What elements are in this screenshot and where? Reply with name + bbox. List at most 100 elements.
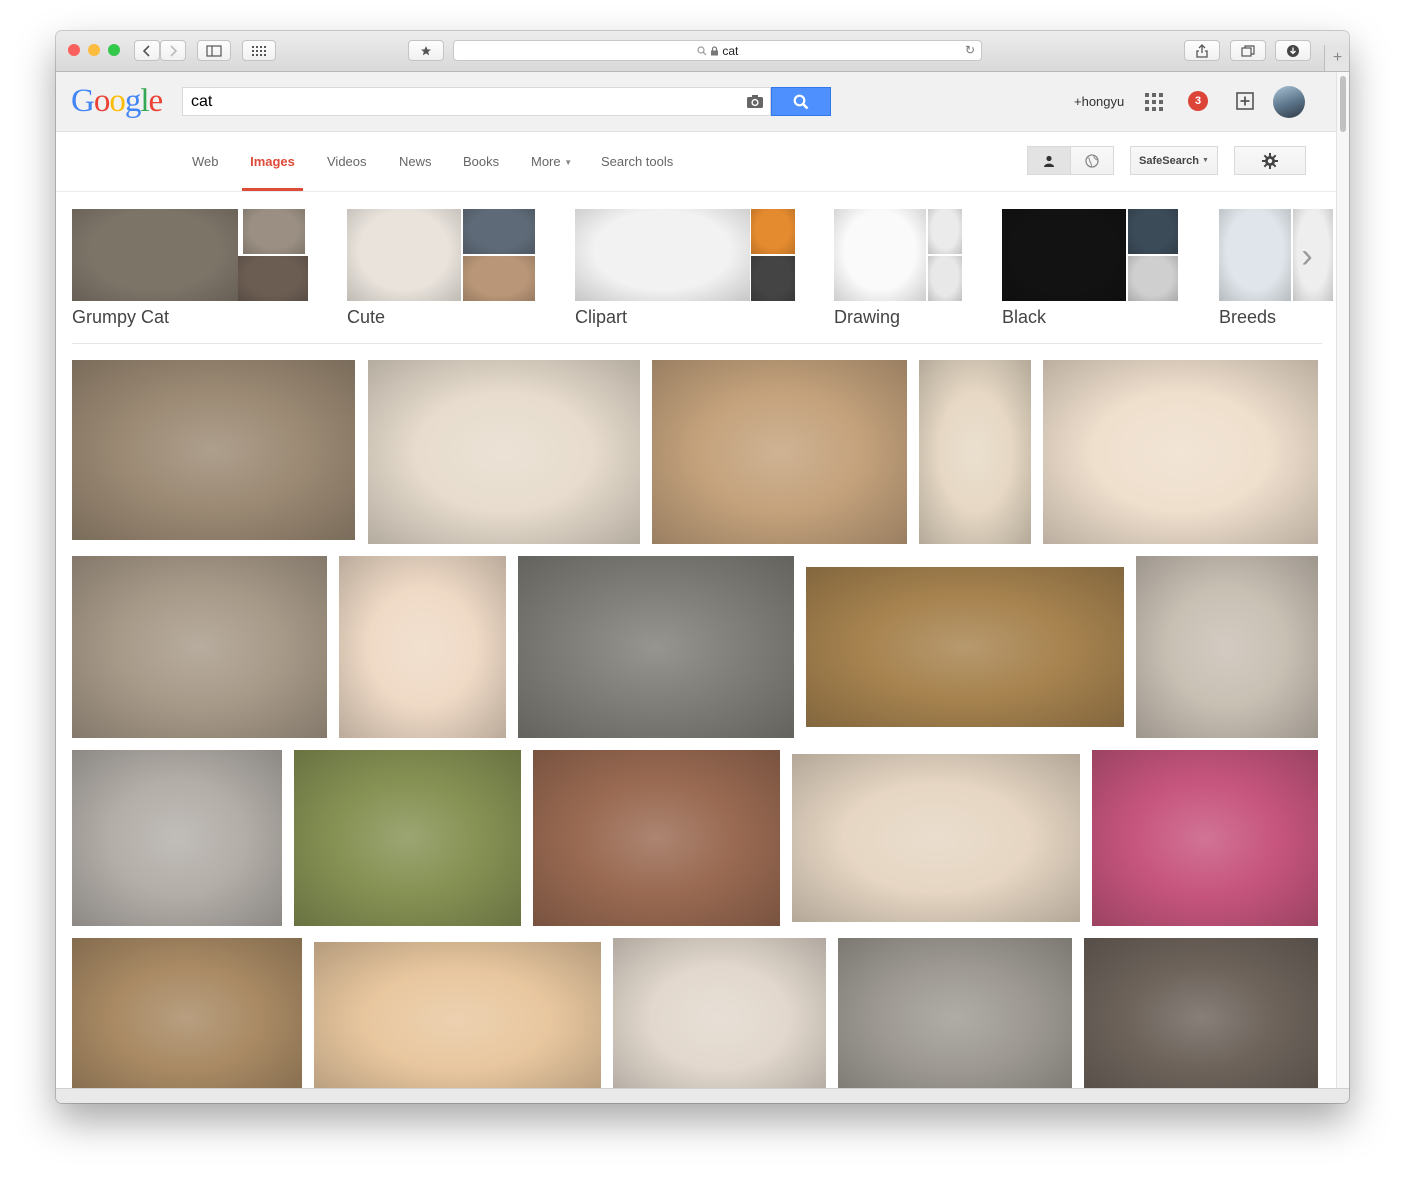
related-thumbnail[interactable] [243,209,305,254]
related-thumbnail[interactable] [751,209,795,254]
bookmark-button[interactable] [408,40,444,61]
related-thumbnail[interactable] [347,209,461,301]
user-name-link[interactable]: +hongyu [1074,94,1124,109]
forward-button[interactable] [160,40,186,61]
horizontal-scrollbar[interactable] [56,1088,1349,1103]
tab-news[interactable]: News [399,132,432,191]
tab-books[interactable]: Books [463,132,499,191]
related-thumbnail[interactable] [72,209,238,301]
apps-grid-icon[interactable] [1145,93,1163,111]
image-result-tabby-kitten-crouching[interactable] [613,938,826,1088]
scrollbar-thumb[interactable] [1340,76,1346,132]
image-result-gray-cat-resting[interactable] [518,556,794,738]
related-search-label[interactable]: Black [1002,307,1046,328]
minimize-window-button[interactable] [88,44,100,56]
search-nav: Web Images Videos News Books More ▼ Sear… [56,132,1336,192]
related-search-label[interactable]: Clipart [575,307,627,328]
logo-letter: G [71,83,95,119]
related-thumbnail[interactable] [463,209,535,254]
close-window-button[interactable] [68,44,80,56]
image-result-longhair-tabby-cat[interactable] [72,556,327,738]
sidebar-toggle-button[interactable] [197,40,231,61]
browser-window: cat ↻ + Google cat +hongyu 3 Web Images … [56,31,1349,1103]
avatar[interactable] [1273,86,1305,118]
image-result-orange-kitten-playing[interactable] [314,942,601,1088]
related-thumbnail[interactable] [575,209,750,301]
image-result-orange-kitten-closeup[interactable] [652,360,907,544]
new-tab-button[interactable]: + [1324,45,1349,71]
top-sites-button[interactable] [242,40,276,61]
tab-more[interactable]: More ▼ [531,132,572,191]
camera-icon[interactable] [746,93,764,110]
reload-icon[interactable]: ↻ [965,43,975,57]
vertical-scrollbar[interactable] [1336,72,1349,1088]
share-plus-icon[interactable] [1236,92,1254,110]
image-result-orange-cat-sitting[interactable] [1043,360,1318,544]
tabs-icon [1241,44,1255,57]
related-thumbnail[interactable] [463,256,535,301]
related-search-label[interactable]: Cute [347,307,385,328]
image-result-black-white-kitten[interactable] [1084,938,1318,1088]
tabs-overview-button[interactable] [1230,40,1266,61]
related-thumbnail[interactable] [1219,209,1291,301]
google-header: Google +hongyu 3 [56,72,1336,132]
image-result-kitten-big-eyes[interactable] [806,567,1124,727]
related-thumbnail[interactable] [1002,209,1126,301]
search-icon [697,46,707,56]
sidebar-icon [206,44,222,57]
image-result-grumpy-cat-portrait[interactable] [72,750,282,926]
image-result-kitten-on-grass[interactable] [294,750,521,926]
logo-letter: e [148,83,164,119]
google-logo[interactable]: Google [71,83,164,120]
settings-button[interactable] [1234,146,1306,175]
download-icon [1287,44,1299,57]
notifications-badge[interactable]: 3 [1188,91,1208,111]
logo-letter: g [124,83,141,119]
global-results-button[interactable] [1070,146,1114,175]
related-thumbnail[interactable] [928,256,962,301]
tab-web[interactable]: Web [192,132,219,191]
page-content: Google +hongyu 3 [56,72,1336,1088]
share-button[interactable] [1184,40,1220,61]
related-thumbnail[interactable] [1128,209,1178,254]
related-thumbnail[interactable] [238,256,308,301]
image-result-tabby-kitten-portrait[interactable] [1136,556,1318,738]
gear-icon [1262,152,1278,169]
related-search-label[interactable]: Drawing [834,307,900,328]
image-result-grumpy-cat-lying[interactable] [533,750,780,926]
back-button[interactable] [134,40,160,61]
image-result-two-kittens[interactable] [792,754,1080,922]
safesearch-dropdown[interactable]: SafeSearch ▼ [1130,146,1218,175]
tab-videos[interactable]: Videos [327,132,367,191]
image-result-cat-in-paper-bag[interactable] [72,938,302,1088]
related-thumbnail[interactable] [928,209,962,254]
tab-images[interactable]: Images [242,132,303,191]
search-input[interactable] [191,92,731,111]
browser-toolbar: cat ↻ + [56,31,1349,72]
tab-search-tools[interactable]: Search tools [601,132,673,191]
image-result-tabby-cat-stretching[interactable] [368,360,640,544]
personal-results-button[interactable] [1027,146,1071,175]
chevron-right-icon [170,44,178,57]
related-thumbnail[interactable] [1128,256,1178,301]
image-result-wide-eyed-cat[interactable] [838,938,1072,1088]
image-result-tabby-cat-pink-background[interactable] [1092,750,1318,926]
related-search-label[interactable]: Grumpy Cat [72,307,169,328]
zoom-window-button[interactable] [108,44,120,56]
search-button[interactable] [771,87,831,116]
dropdown-arrow-icon: ▼ [564,158,573,167]
related-thumbnail[interactable] [834,209,926,301]
share-icon [1196,43,1208,58]
image-result-tabby-cat-lying[interactable] [72,360,355,540]
image-result-orange-kitten-waving[interactable] [339,556,506,738]
person-icon [1044,155,1054,167]
address-bar[interactable]: cat ↻ [453,40,982,61]
downloads-button[interactable] [1275,40,1311,61]
dropdown-arrow-icon: ▼ [1202,157,1209,164]
chevron-right-icon[interactable]: › [1292,231,1322,281]
image-result-tabby-kitten-standing[interactable] [919,360,1031,544]
search-box[interactable] [182,87,771,116]
related-thumbnail[interactable] [751,256,795,301]
related-search-label[interactable]: Breeds [1219,307,1276,328]
lock-icon [710,46,718,56]
